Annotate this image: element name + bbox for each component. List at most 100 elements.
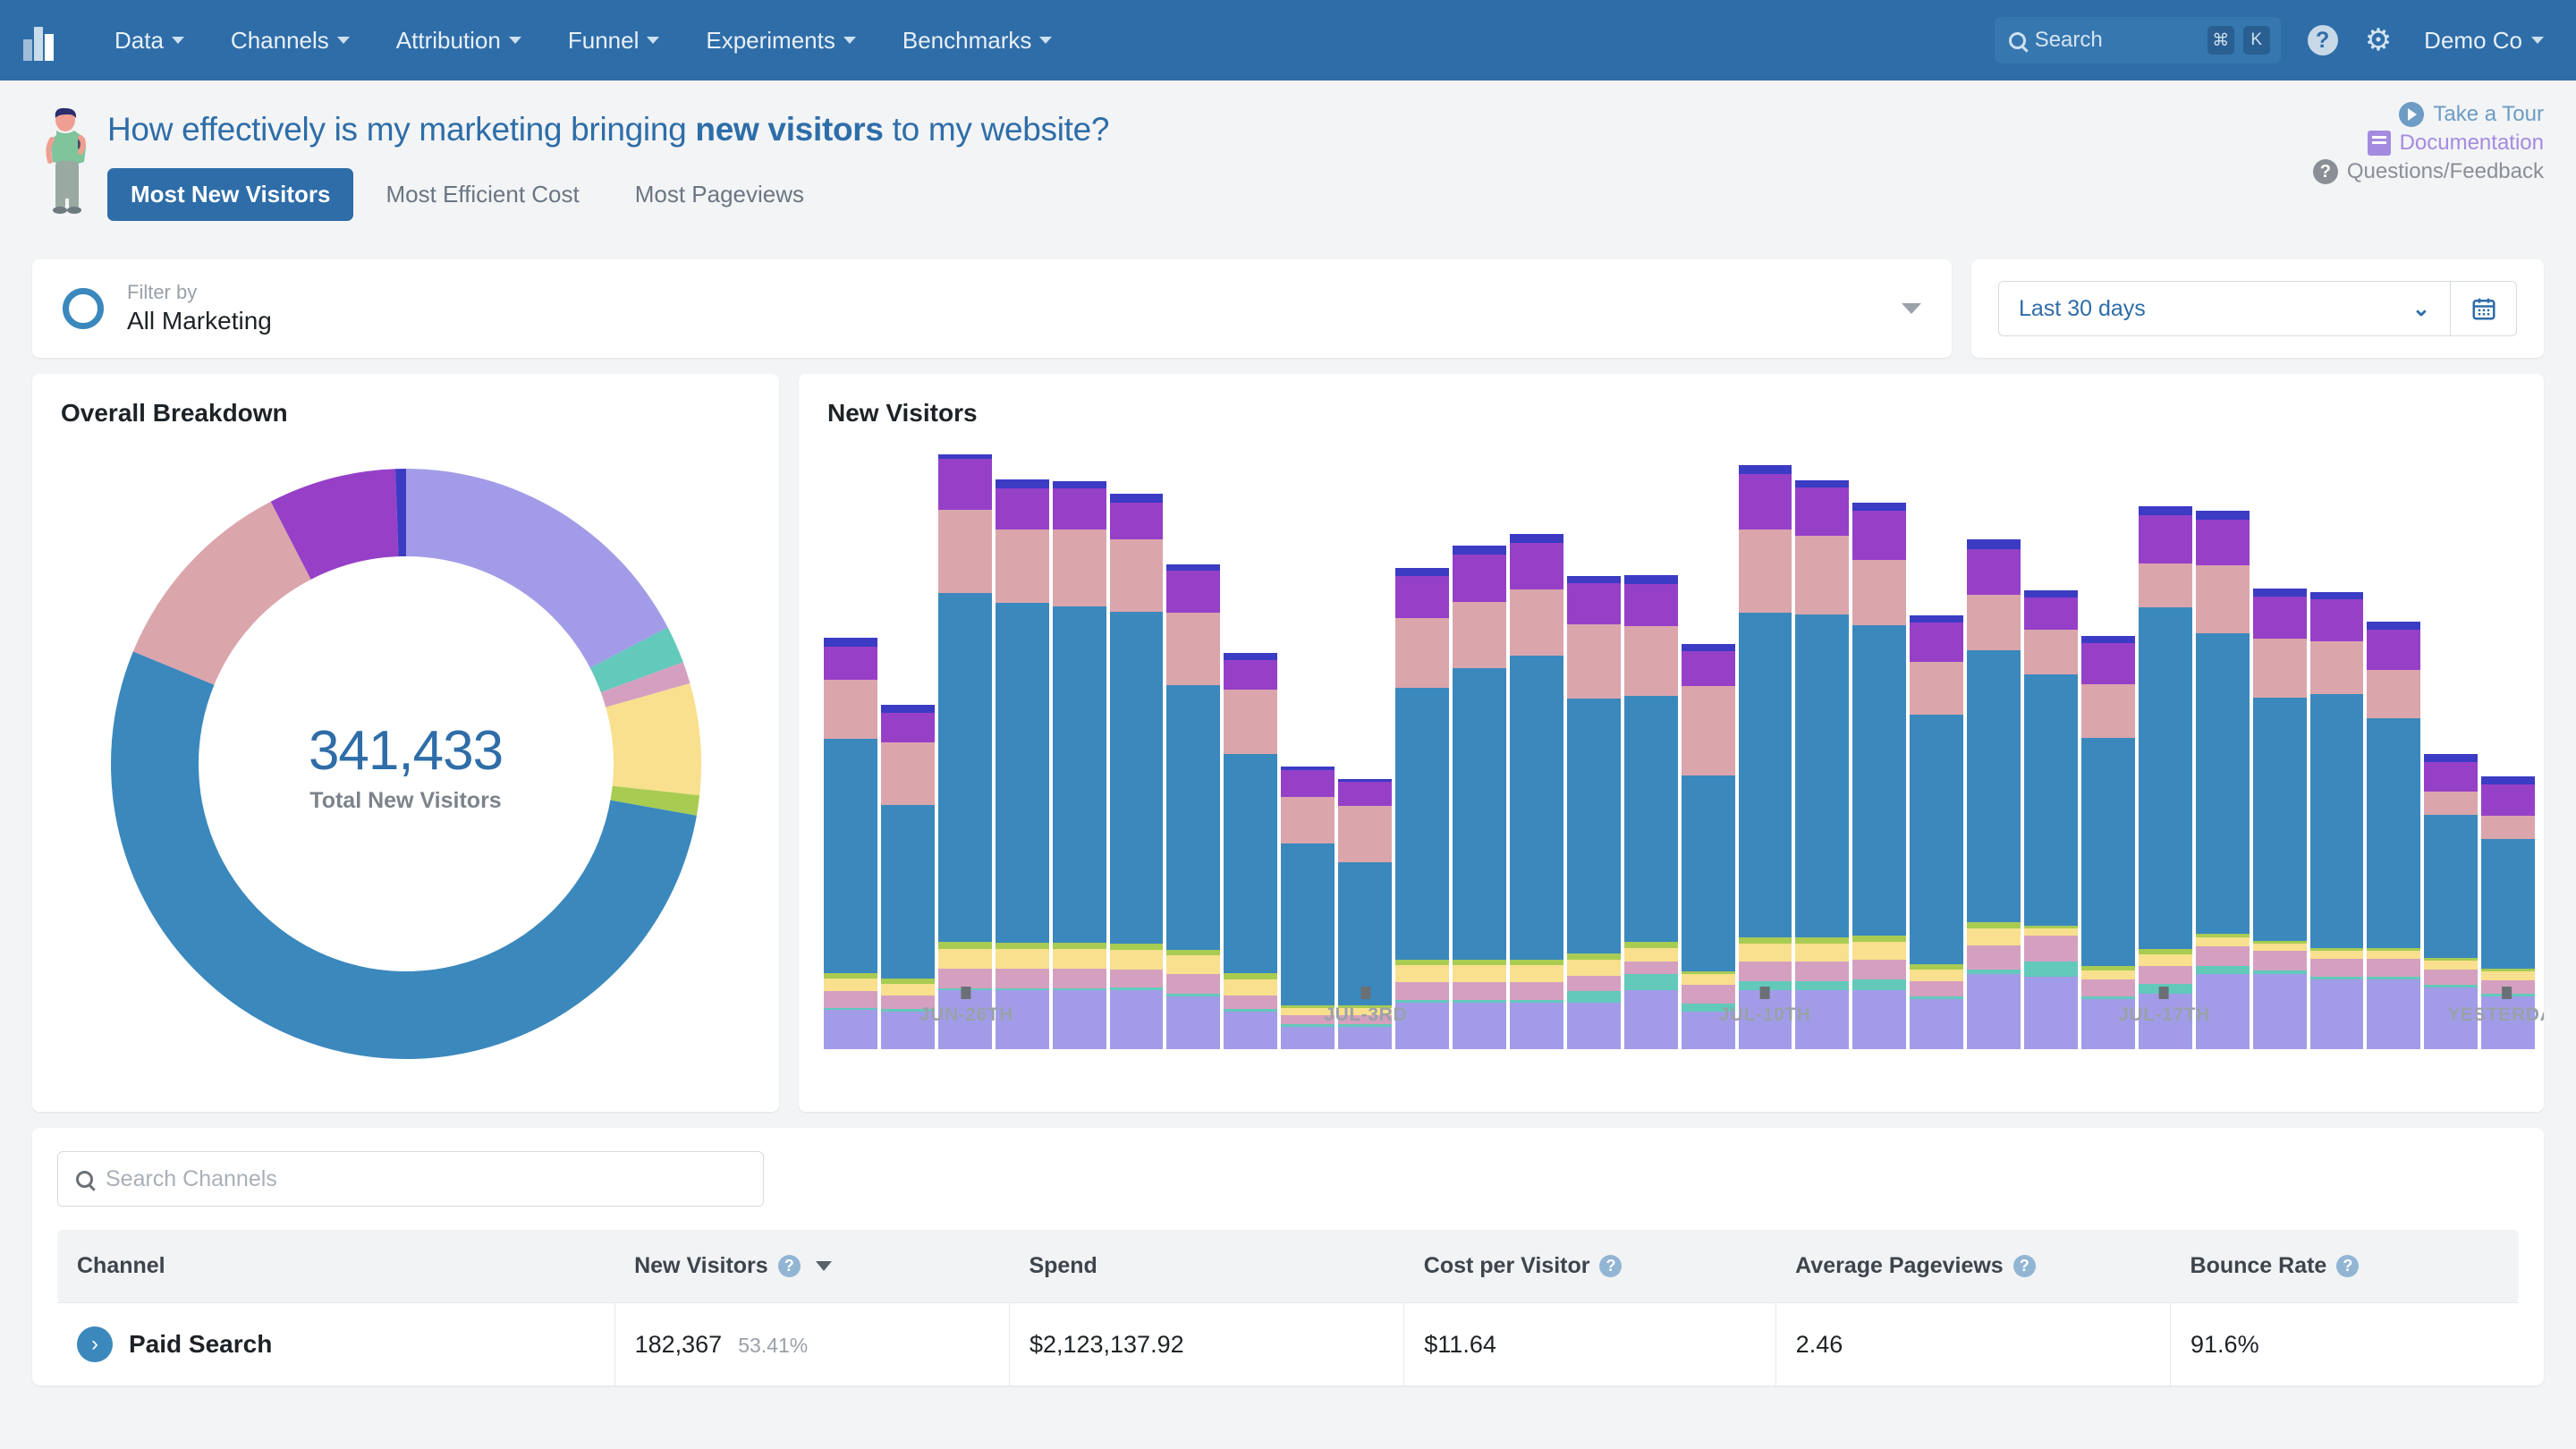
bar-column[interactable] — [1738, 464, 1792, 1049]
bar-column[interactable] — [1795, 479, 1850, 1049]
tick-label: JUN-26TH — [919, 1004, 1013, 1025]
column-header-new-visitors[interactable]: New Visitors ? — [614, 1230, 1010, 1303]
bar-column[interactable] — [2309, 591, 2364, 1049]
nav-item-data[interactable]: Data — [91, 0, 208, 80]
help-button[interactable]: ? — [2307, 25, 2338, 55]
take-a-tour-link[interactable]: Take a Tour — [2313, 102, 2544, 127]
filter-by-value: All Marketing — [127, 306, 272, 335]
bar-segment — [1566, 583, 1621, 624]
search-channels-input[interactable]: Search Channels — [57, 1151, 764, 1207]
bar-segment — [995, 479, 1049, 489]
shortcut-cmd-key: ⌘ — [2207, 26, 2234, 55]
column-header-average-pageviews[interactable]: Average Pageviews ? — [1775, 1230, 2171, 1303]
date-range-value: Last 30 days — [2019, 295, 2146, 321]
calendar-button[interactable] — [2450, 282, 2516, 335]
search-input[interactable]: Search ⌘ K — [1994, 17, 2281, 64]
bar-column[interactable] — [1509, 533, 1563, 1049]
tab-most-efficient-cost[interactable]: Most Efficient Cost — [362, 168, 602, 221]
book-icon — [2367, 131, 2391, 156]
bar-segment — [2309, 958, 2364, 977]
nav-item-funnel[interactable]: Funnel — [545, 0, 683, 80]
bar-segment — [2367, 670, 2421, 719]
nav-label: Benchmarks — [902, 26, 1032, 54]
help-icon[interactable]: ? — [2336, 1255, 2360, 1277]
bar-segment — [2252, 589, 2307, 597]
column-header-spend[interactable]: Spend — [1009, 1230, 1404, 1303]
bar-column[interactable] — [1452, 546, 1506, 1049]
nav-item-channels[interactable]: Channels — [208, 0, 373, 80]
sort-descending-icon[interactable] — [815, 1261, 832, 1271]
bar-segment — [1224, 660, 1278, 690]
date-range-value-wrap[interactable]: Last 30 days ⌄ — [1999, 282, 2450, 335]
x-axis: JUN-26TH JUL-3RD JUL-10TH JUL-17TH YESTERDAY — [824, 987, 2544, 1049]
bar-column[interactable] — [995, 479, 1049, 1049]
question-mark-icon: ? — [2307, 25, 2338, 55]
bar-column[interactable] — [1623, 575, 1678, 1049]
help-icon[interactable]: ? — [777, 1255, 801, 1277]
bar-column[interactable] — [1395, 568, 1449, 1049]
tick-marker — [1759, 987, 1770, 999]
table-row[interactable]: › Paid Search 182,367 53.41% $2,123,137.9… — [57, 1302, 2519, 1385]
bar-column[interactable] — [2138, 506, 2192, 1049]
chevron-down-icon: ⌄ — [2411, 296, 2430, 321]
chart-row: Overall Breakdown 341,433 Total New Visi… — [0, 358, 2576, 1112]
bar-segment — [1623, 962, 1678, 974]
bar-segment — [1566, 953, 1621, 960]
bar-segment — [1623, 584, 1678, 627]
page-title-highlight: new visitors — [695, 111, 884, 148]
nav-item-benchmarks[interactable]: Benchmarks — [879, 0, 1076, 80]
bar-segment — [2309, 951, 2364, 959]
bar-column[interactable] — [1166, 564, 1221, 1049]
bar-column[interactable] — [2252, 589, 2307, 1049]
bar-column[interactable] — [1852, 503, 1907, 1049]
nav-item-experiments[interactable]: Experiments — [682, 0, 879, 80]
bar-segment — [1052, 488, 1106, 530]
bar-segment — [1509, 965, 1563, 982]
column-header-cost-per-visitor[interactable]: Cost per Visitor ? — [1403, 1230, 1776, 1303]
header-main: How effectively is my marketing bringing… — [107, 98, 1110, 221]
bar-column[interactable] — [1109, 493, 1164, 1049]
bar-segment — [1452, 667, 1506, 960]
filter-by-dropdown[interactable]: Filter by All Marketing — [32, 259, 1952, 358]
bar-segment — [995, 488, 1049, 530]
bar-segment — [1509, 959, 1563, 966]
header-row: How effectively is my marketing bringing… — [32, 98, 2544, 221]
bar-column[interactable] — [937, 454, 992, 1049]
bar-column[interactable] — [2367, 622, 2421, 1049]
bar-column[interactable] — [1910, 614, 1964, 1049]
tab-most-new-visitors[interactable]: Most New Visitors — [107, 168, 354, 221]
tick-label: JUL-17TH — [2118, 1004, 2210, 1025]
help-icon[interactable]: ? — [1599, 1255, 1623, 1277]
account-menu[interactable]: Demo Co — [2424, 27, 2544, 55]
help-icon[interactable]: ? — [2012, 1255, 2036, 1277]
app-logo[interactable] — [23, 20, 59, 61]
bar-segment — [1452, 965, 1506, 982]
cell-bounce-rate: 91.6% — [2170, 1302, 2519, 1385]
nav-item-attribution[interactable]: Attribution — [373, 0, 545, 80]
bar-segment — [1967, 650, 2021, 923]
bar-segment — [937, 942, 992, 949]
questions-feedback-link[interactable]: ? Questions/Feedback — [2312, 159, 2544, 184]
bar-segment — [937, 510, 992, 594]
documentation-link[interactable]: Documentation — [2313, 131, 2544, 156]
table-body: › Paid Search 182,367 53.41% $2,123,137.9… — [57, 1302, 2519, 1385]
donut-chart[interactable]: 341,433 Total New Visitors — [93, 451, 719, 1081]
channels-table-card: Search Channels Channel New Visitors ? S… — [32, 1128, 2544, 1385]
bar-segment — [880, 705, 935, 713]
date-range-select[interactable]: Last 30 days ⌄ — [1998, 281, 2517, 336]
bar-column[interactable] — [1566, 575, 1621, 1049]
expand-row-icon[interactable]: › — [77, 1326, 113, 1362]
settings-button[interactable]: ⚙ — [2365, 22, 2392, 58]
bar-column[interactable] — [1967, 538, 2021, 1049]
bar-segment — [1395, 568, 1449, 576]
chevron-down-icon — [336, 37, 350, 44]
bar-segment — [1509, 542, 1563, 590]
tab-most-pageviews[interactable]: Most Pageviews — [612, 168, 827, 221]
bar-column[interactable] — [2195, 511, 2250, 1049]
bar-column[interactable] — [2024, 589, 2078, 1049]
column-header-channel[interactable]: Channel — [57, 1230, 615, 1303]
x-axis-tick: JUL-10TH — [1719, 987, 1811, 1026]
bar-column[interactable] — [1052, 480, 1106, 1049]
bar-segment — [2367, 629, 2421, 671]
column-header-bounce-rate[interactable]: Bounce Rate ? — [2170, 1230, 2519, 1303]
